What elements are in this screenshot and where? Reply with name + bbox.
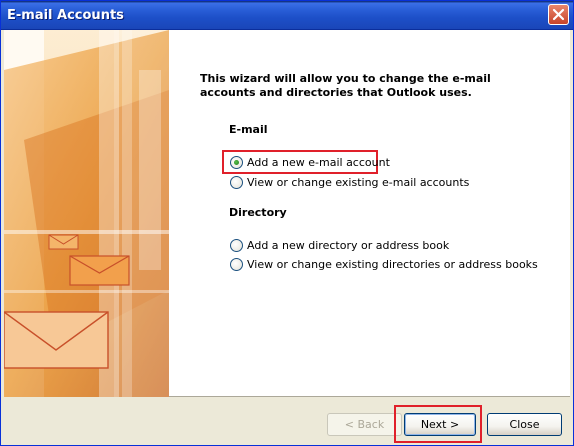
wizard-intro: This wizard will allow you to change the… [200,72,540,100]
option-view-directories[interactable]: View or change existing directories or a… [230,256,538,272]
option-label: Add a new e-mail account [247,155,390,169]
close-icon [552,8,565,21]
close-window-button[interactable] [548,4,569,25]
option-label: Add a new directory or address book [247,238,450,252]
envelope-icon [69,255,130,286]
radio-view-directories[interactable] [230,257,243,271]
envelope-art [4,30,169,397]
back-button[interactable]: < Back [327,413,402,436]
option-add-directory[interactable]: Add a new directory or address book [230,237,449,253]
envelope-icon [48,234,79,250]
envelope-icon [4,311,109,369]
next-button[interactable]: Next > [404,413,476,436]
wizard-content: This wizard will allow you to change the… [4,30,570,397]
radio-view-email-accounts[interactable] [230,175,243,189]
option-view-email-accounts[interactable]: View or change existing e-mail accounts [230,174,469,190]
title-bar[interactable]: E-mail Accounts [1,1,573,30]
intro-line-1: This wizard will allow you to change the… [200,72,491,85]
window-title: E-mail Accounts [7,8,124,23]
directory-heading: Directory [229,206,287,219]
option-label: View or change existing e-mail accounts [247,175,470,189]
email-accounts-dialog: E-mail Accounts This wizard will allow y… [0,0,574,446]
radio-add-email-account[interactable] [230,155,243,169]
option-label: View or change existing directories or a… [247,257,538,271]
wizard-illustration [4,30,169,397]
wizard-footer: < Back Next > Close [1,397,573,445]
option-add-email-account[interactable]: Add a new e-mail account [230,154,390,170]
email-heading: E-mail [229,123,268,136]
close-button[interactable]: Close [487,413,562,436]
radio-add-directory[interactable] [230,238,243,252]
intro-line-2: accounts and directories that Outlook us… [200,86,472,99]
